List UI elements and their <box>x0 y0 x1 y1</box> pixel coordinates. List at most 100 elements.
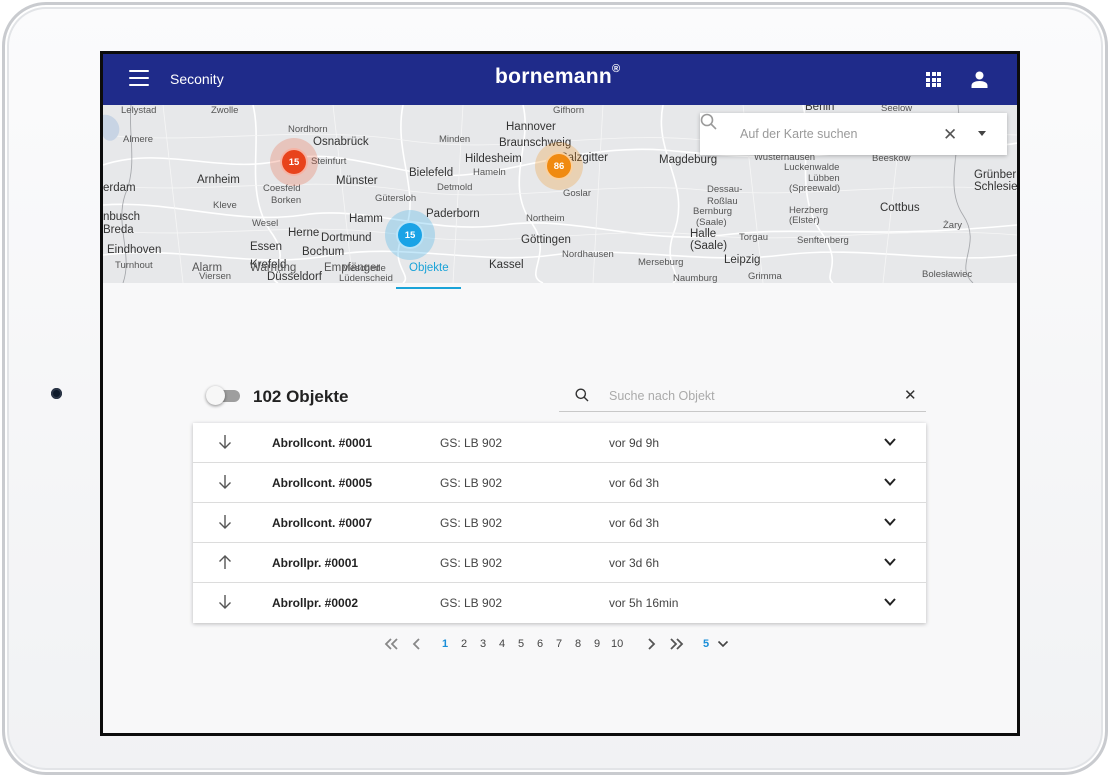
app-screen: Seconity bornemann® Lelystad Zwolle Gifh… <box>103 54 1017 733</box>
chevron-down-icon[interactable] <box>883 516 897 528</box>
map-label: Paderborn <box>426 208 480 220</box>
map-label: Halle <box>690 228 717 240</box>
map-label: Northeim <box>526 213 565 224</box>
tablet-frame: Seconity bornemann® Lelystad Zwolle Gifh… <box>2 2 1108 775</box>
map-label: Goslar <box>563 188 591 199</box>
search-icon <box>700 113 717 130</box>
chevron-down-icon[interactable] <box>883 556 897 568</box>
page-link-3[interactable]: 3 <box>480 638 486 650</box>
brand-name: bornemann <box>495 65 613 88</box>
map-label: Kleve <box>213 200 237 211</box>
map-label: Grünber <box>974 169 1017 181</box>
app-name: Seconity <box>170 71 224 87</box>
page-link-9[interactable]: 9 <box>594 638 600 650</box>
previous-page-icon[interactable] <box>412 638 422 650</box>
map-label: Borken <box>271 195 302 206</box>
map-label: Naumburg <box>673 273 718 283</box>
chevron-down-icon[interactable] <box>883 596 897 608</box>
object-last-seen: vor 6d 3h <box>609 476 660 490</box>
map-label: Essen <box>250 241 282 253</box>
arrow-down-icon <box>219 435 231 449</box>
map-label: Almere <box>123 134 154 145</box>
map-label: Hannover <box>506 121 556 133</box>
page-link-6[interactable]: 6 <box>537 638 543 650</box>
map-search-input[interactable] <box>740 124 930 144</box>
clear-icon[interactable]: ✕ <box>943 125 957 145</box>
map-label: Lüdenscheid <box>339 273 393 283</box>
map-label: Berlin <box>805 105 835 113</box>
map-label: Osnabrück <box>313 136 369 148</box>
tab-warnung[interactable]: Warnung <box>250 262 296 274</box>
page-link-1[interactable]: 1 <box>442 638 448 650</box>
tab-empfaenger[interactable]: Empfänger <box>324 262 380 274</box>
tab-objekte[interactable]: Objekte <box>409 262 449 274</box>
map-label: Schlesie <box>974 181 1017 193</box>
map-label: Eindhoven <box>107 244 162 256</box>
tab-alarm[interactable]: Alarm <box>192 262 222 274</box>
chevron-down-icon[interactable] <box>883 476 897 488</box>
map-label: (Elster) <box>789 215 820 226</box>
map-label: Hameln <box>473 167 506 178</box>
arrow-down-icon <box>219 595 231 609</box>
map-label: Breda <box>103 224 134 236</box>
first-page-icon[interactable] <box>384 638 398 650</box>
table-row[interactable]: Abrollcont. #0007 GS: LB 902 vor 6d 3h <box>193 503 926 543</box>
hamburger-menu-icon[interactable] <box>129 70 149 88</box>
table-row[interactable]: Abrollpr. #0002 GS: LB 902 vor 5h 16min <box>193 583 926 623</box>
last-page-icon[interactable] <box>670 638 684 650</box>
clear-icon[interactable]: ✕ <box>904 386 917 404</box>
object-group: GS: LB 902 <box>440 476 503 490</box>
page-size-select[interactable]: 5 <box>703 638 709 650</box>
user-account-icon[interactable] <box>971 71 988 88</box>
object-last-seen: vor 6d 3h <box>609 516 660 530</box>
next-page-icon[interactable] <box>646 638 656 650</box>
cluster-count: 15 <box>280 148 308 176</box>
search-icon <box>575 388 589 402</box>
brand-logo: bornemann® <box>495 63 620 89</box>
camera-dot <box>51 388 62 399</box>
dropdown-caret-icon[interactable] <box>978 131 986 136</box>
object-group: GS: LB 902 <box>440 596 503 610</box>
map-label: Torgau <box>739 232 769 243</box>
cluster-count: 15 <box>396 221 424 249</box>
page-link-2[interactable]: 2 <box>461 638 467 650</box>
map-label: Senftenberg <box>797 235 849 246</box>
map-label: Gifhorn <box>553 105 585 116</box>
map-label: Gütersloh <box>375 193 417 204</box>
table-row[interactable]: Abrollcont. #0001 GS: LB 902 vor 9d 9h <box>193 423 926 463</box>
object-name: Abrollpr. #0002 <box>272 596 359 610</box>
chevron-down-icon[interactable] <box>717 639 729 649</box>
map-cluster-marker[interactable]: 86 <box>535 142 583 190</box>
page-link-7[interactable]: 7 <box>556 638 562 650</box>
arrow-up-icon <box>219 555 231 569</box>
table-row[interactable]: Abrollcont. #0005 GS: LB 902 vor 6d 3h <box>193 463 926 503</box>
object-search-input[interactable] <box>609 387 879 405</box>
map-label: Herne <box>288 227 320 239</box>
map-label: Dessau- <box>707 184 743 195</box>
map-cluster-marker[interactable]: 15 <box>385 210 435 260</box>
map-label: Lelystad <box>121 105 157 116</box>
page-link-5[interactable]: 5 <box>518 638 524 650</box>
object-group: GS: LB 902 <box>440 556 503 570</box>
page-link-8[interactable]: 8 <box>575 638 581 650</box>
map-label: Bochum <box>302 246 345 258</box>
page-link-10[interactable]: 10 <box>611 638 623 650</box>
map-label: Nordhorn <box>288 124 328 135</box>
map-label: nbusch <box>103 211 141 223</box>
object-name: Abrollcont. #0007 <box>272 516 373 530</box>
map-cluster-marker[interactable]: 15 <box>270 138 318 186</box>
map-label: (Saale) <box>696 217 727 228</box>
map-view[interactable]: Lelystad Zwolle Gifhorn Berlin Seelow Al… <box>103 105 1017 283</box>
page-link-4[interactable]: 4 <box>499 638 505 650</box>
map-label: Grimma <box>748 271 782 282</box>
map-label: Detmold <box>437 182 473 193</box>
object-search-bar: ✕ <box>559 380 926 412</box>
chevron-down-icon[interactable] <box>883 436 897 448</box>
map-label: (Spreewald) <box>789 183 841 194</box>
table-row[interactable]: Abrollpr. #0001 GS: LB 902 vor 3d 6h <box>193 543 926 583</box>
apps-grid-icon[interactable] <box>926 72 941 87</box>
objects-toggle-switch[interactable] <box>206 386 240 405</box>
map-label: Münster <box>336 175 378 187</box>
object-group: GS: LB 902 <box>440 436 503 450</box>
map-label: Minden <box>439 134 471 145</box>
